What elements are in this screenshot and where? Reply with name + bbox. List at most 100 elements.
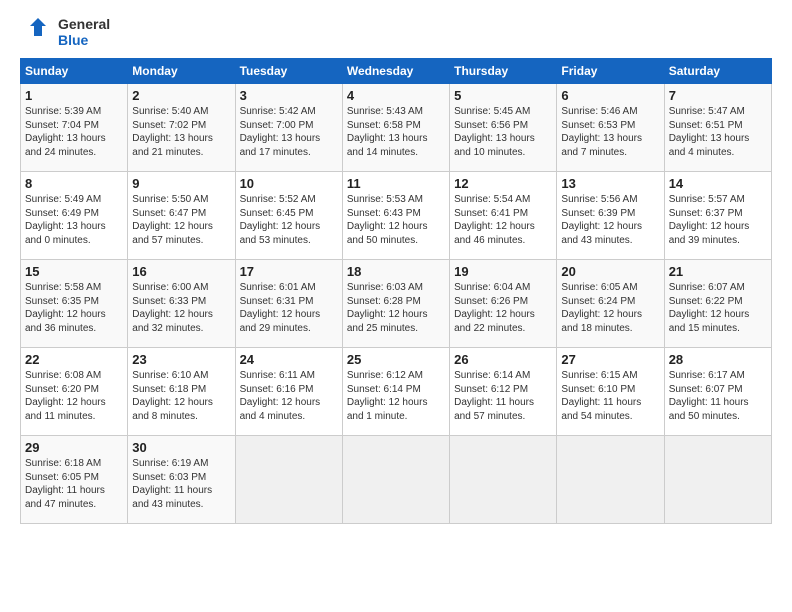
day-number: 11: [347, 176, 445, 191]
calendar-cell: 12 Sunrise: 5:54 AM Sunset: 6:41 PM Dayli…: [450, 172, 557, 260]
calendar-cell: 18 Sunrise: 6:03 AM Sunset: 6:28 PM Dayli…: [342, 260, 449, 348]
calendar-cell: [342, 436, 449, 524]
calendar-cell: 13 Sunrise: 5:56 AM Sunset: 6:39 PM Dayli…: [557, 172, 664, 260]
day-info: Sunrise: 6:18 AM Sunset: 6:05 PM Dayligh…: [25, 457, 123, 511]
calendar-cell: 25Sunrise: 6:12 AM Sunset: 6:14 PM Dayli…: [342, 348, 449, 436]
calendar-cell: 1 Sunrise: 5:39 AM Sunset: 7:04 PM Daylig…: [21, 84, 128, 172]
calendar-cell: [235, 436, 342, 524]
day-number: 17: [240, 264, 338, 279]
day-number: 9: [132, 176, 230, 191]
calendar-cell: 5 Sunrise: 5:45 AM Sunset: 6:56 PM Daylig…: [450, 84, 557, 172]
calendar-header: SundayMondayTuesdayWednesdayThursdayFrid…: [21, 59, 772, 84]
day-number: 13: [561, 176, 659, 191]
calendar-cell: 28 Sunrise: 6:17 AM Sunset: 6:07 PM Dayli…: [664, 348, 771, 436]
day-number: 22: [25, 352, 123, 367]
day-info: Sunrise: 5:52 AM Sunset: 6:45 PM Dayligh…: [240, 193, 338, 247]
col-header-sunday: Sunday: [21, 59, 128, 84]
day-number: 7: [669, 88, 767, 103]
day-info: Sunrise: 6:05 AM Sunset: 6:24 PM Dayligh…: [561, 281, 659, 335]
day-number: 20: [561, 264, 659, 279]
calendar-cell: 24Sunrise: 6:11 AM Sunset: 6:16 PM Dayli…: [235, 348, 342, 436]
day-info: Sunrise: 5:39 AM Sunset: 7:04 PM Dayligh…: [25, 105, 123, 159]
calendar-week: 22 Sunrise: 6:08 AM Sunset: 6:20 PM Dayli…: [21, 348, 772, 436]
day-number: 5: [454, 88, 552, 103]
day-info: Sunrise: 6:01 AM Sunset: 6:31 PM Dayligh…: [240, 281, 338, 335]
day-number: 30: [132, 440, 230, 455]
calendar-cell: 29 Sunrise: 6:18 AM Sunset: 6:05 PM Dayli…: [21, 436, 128, 524]
day-number: 21: [669, 264, 767, 279]
calendar-cell: 10 Sunrise: 5:52 AM Sunset: 6:45 PM Dayli…: [235, 172, 342, 260]
calendar-cell: 22 Sunrise: 6:08 AM Sunset: 6:20 PM Dayli…: [21, 348, 128, 436]
day-number: 16: [132, 264, 230, 279]
day-number: 24: [240, 352, 338, 367]
calendar-cell: 2Sunrise: 5:40 AM Sunset: 7:02 PM Daylig…: [128, 84, 235, 172]
calendar-cell: 19 Sunrise: 6:04 AM Sunset: 6:26 PM Dayli…: [450, 260, 557, 348]
day-info: Sunrise: 5:45 AM Sunset: 6:56 PM Dayligh…: [454, 105, 552, 159]
header: General Blue: [20, 16, 772, 48]
calendar-cell: 8Sunrise: 5:49 AM Sunset: 6:49 PM Daylig…: [21, 172, 128, 260]
day-number: 25: [347, 352, 445, 367]
logo-blue-text: Blue: [58, 32, 110, 48]
calendar-cell: 26 Sunrise: 6:14 AM Sunset: 6:12 PM Dayli…: [450, 348, 557, 436]
day-info: Sunrise: 6:03 AM Sunset: 6:28 PM Dayligh…: [347, 281, 445, 335]
logo-general-text: General: [58, 16, 110, 32]
logo: General Blue: [20, 16, 110, 48]
calendar-week: 8Sunrise: 5:49 AM Sunset: 6:49 PM Daylig…: [21, 172, 772, 260]
day-number: 29: [25, 440, 123, 455]
calendar-cell: 4 Sunrise: 5:43 AM Sunset: 6:58 PM Daylig…: [342, 84, 449, 172]
calendar-week: 29 Sunrise: 6:18 AM Sunset: 6:05 PM Dayli…: [21, 436, 772, 524]
day-info: Sunrise: 5:47 AM Sunset: 6:51 PM Dayligh…: [669, 105, 767, 159]
calendar-cell: 11Sunrise: 5:53 AM Sunset: 6:43 PM Dayli…: [342, 172, 449, 260]
day-number: 23: [132, 352, 230, 367]
day-number: 8: [25, 176, 123, 191]
calendar-cell: [450, 436, 557, 524]
day-number: 4: [347, 88, 445, 103]
calendar-week: 15Sunrise: 5:58 AM Sunset: 6:35 PM Dayli…: [21, 260, 772, 348]
day-number: 28: [669, 352, 767, 367]
day-info: Sunrise: 5:42 AM Sunset: 7:00 PM Dayligh…: [240, 105, 338, 159]
day-number: 10: [240, 176, 338, 191]
col-header-thursday: Thursday: [450, 59, 557, 84]
day-info: Sunrise: 5:46 AM Sunset: 6:53 PM Dayligh…: [561, 105, 659, 159]
day-number: 6: [561, 88, 659, 103]
day-number: 3: [240, 88, 338, 103]
logo-svg-icon: [20, 16, 52, 48]
day-number: 1: [25, 88, 123, 103]
calendar-cell: [557, 436, 664, 524]
calendar-cell: 6 Sunrise: 5:46 AM Sunset: 6:53 PM Daylig…: [557, 84, 664, 172]
day-number: 27: [561, 352, 659, 367]
calendar-cell: 3 Sunrise: 5:42 AM Sunset: 7:00 PM Daylig…: [235, 84, 342, 172]
calendar-cell: 27 Sunrise: 6:15 AM Sunset: 6:10 PM Dayli…: [557, 348, 664, 436]
calendar-cell: 14Sunrise: 5:57 AM Sunset: 6:37 PM Dayli…: [664, 172, 771, 260]
calendar-week: 1 Sunrise: 5:39 AM Sunset: 7:04 PM Daylig…: [21, 84, 772, 172]
day-info: Sunrise: 6:14 AM Sunset: 6:12 PM Dayligh…: [454, 369, 552, 423]
day-info: Sunrise: 6:10 AM Sunset: 6:18 PM Dayligh…: [132, 369, 230, 423]
day-info: Sunrise: 6:17 AM Sunset: 6:07 PM Dayligh…: [669, 369, 767, 423]
day-info: Sunrise: 5:56 AM Sunset: 6:39 PM Dayligh…: [561, 193, 659, 247]
day-number: 18: [347, 264, 445, 279]
day-number: 26: [454, 352, 552, 367]
calendar-cell: 20 Sunrise: 6:05 AM Sunset: 6:24 PM Dayli…: [557, 260, 664, 348]
day-number: 12: [454, 176, 552, 191]
calendar-cell: 23 Sunrise: 6:10 AM Sunset: 6:18 PM Dayli…: [128, 348, 235, 436]
day-info: Sunrise: 6:04 AM Sunset: 6:26 PM Dayligh…: [454, 281, 552, 335]
col-header-tuesday: Tuesday: [235, 59, 342, 84]
calendar-cell: 21Sunrise: 6:07 AM Sunset: 6:22 PM Dayli…: [664, 260, 771, 348]
day-info: Sunrise: 6:08 AM Sunset: 6:20 PM Dayligh…: [25, 369, 123, 423]
calendar-cell: 9 Sunrise: 5:50 AM Sunset: 6:47 PM Daylig…: [128, 172, 235, 260]
day-info: Sunrise: 6:00 AM Sunset: 6:33 PM Dayligh…: [132, 281, 230, 335]
col-header-wednesday: Wednesday: [342, 59, 449, 84]
day-info: Sunrise: 5:43 AM Sunset: 6:58 PM Dayligh…: [347, 105, 445, 159]
day-info: Sunrise: 5:57 AM Sunset: 6:37 PM Dayligh…: [669, 193, 767, 247]
day-info: Sunrise: 5:58 AM Sunset: 6:35 PM Dayligh…: [25, 281, 123, 335]
day-info: Sunrise: 5:50 AM Sunset: 6:47 PM Dayligh…: [132, 193, 230, 247]
day-info: Sunrise: 5:54 AM Sunset: 6:41 PM Dayligh…: [454, 193, 552, 247]
day-info: Sunrise: 5:40 AM Sunset: 7:02 PM Dayligh…: [132, 105, 230, 159]
day-info: Sunrise: 6:19 AM Sunset: 6:03 PM Dayligh…: [132, 457, 230, 511]
calendar-cell: 30 Sunrise: 6:19 AM Sunset: 6:03 PM Dayli…: [128, 436, 235, 524]
calendar-cell: 7 Sunrise: 5:47 AM Sunset: 6:51 PM Daylig…: [664, 84, 771, 172]
main-container: General Blue SundayMondayTuesdayWednesda…: [0, 0, 792, 534]
day-number: 19: [454, 264, 552, 279]
col-header-saturday: Saturday: [664, 59, 771, 84]
day-info: Sunrise: 6:15 AM Sunset: 6:10 PM Dayligh…: [561, 369, 659, 423]
